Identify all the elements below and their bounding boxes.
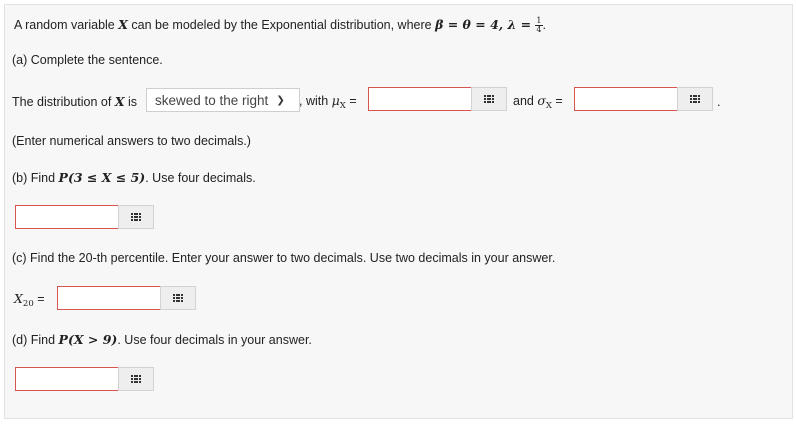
sigma-keypad-button[interactable] — [677, 87, 713, 111]
question-intro: A random variable X can be modeled by th… — [14, 16, 546, 34]
percentile-label: X20 = — [14, 291, 45, 309]
mu-answer-field[interactable] — [368, 87, 472, 111]
keypad-grid-icon — [131, 212, 142, 222]
lambda-fraction: 14 — [535, 16, 543, 34]
chevron-down-icon: ❯ — [276, 94, 285, 106]
part-b-heading: (b) Find P(3 ≤ X ≤ 5). Use four decimals… — [12, 170, 256, 185]
part-c-keypad-button[interactable] — [160, 286, 196, 310]
sigma-answer-field[interactable] — [574, 87, 678, 111]
distribution-shape-dropdown[interactable]: skewed to the right ❯ — [146, 88, 300, 112]
keypad-grid-icon — [484, 94, 495, 104]
part-b-keypad-button[interactable] — [118, 205, 154, 229]
keypad-grid-icon — [173, 293, 184, 303]
mu-input[interactable] — [369, 88, 471, 110]
sentence-period: . — [717, 95, 721, 109]
part-c-input[interactable] — [58, 287, 160, 309]
part-b-input[interactable] — [16, 206, 118, 228]
part-d-heading: (d) Find P(X > 9). Use four decimals in … — [12, 332, 312, 347]
part-a-note: (Enter numerical answers to two decimals… — [12, 134, 251, 148]
keypad-grid-icon — [690, 94, 701, 104]
mu-keypad-button[interactable] — [471, 87, 507, 111]
mu-label: , with μX = — [299, 93, 357, 111]
part-d-answer-field[interactable] — [15, 367, 119, 391]
question-panel: A random variable X can be modeled by th… — [4, 4, 793, 419]
dropdown-selected-value: skewed to the right — [155, 92, 269, 108]
part-a-heading: (a) Complete the sentence. — [12, 53, 163, 67]
part-d-input[interactable] — [16, 368, 118, 390]
part-c-answer-field[interactable] — [57, 286, 161, 310]
part-b-answer-field[interactable] — [15, 205, 119, 229]
keypad-grid-icon — [131, 374, 142, 384]
part-c-heading: (c) Find the 20-th percentile. Enter you… — [12, 251, 556, 265]
var-x: X — [118, 17, 128, 32]
part-a-sentence-start: The distribution of X is — [12, 94, 138, 109]
part-d-keypad-button[interactable] — [118, 367, 154, 391]
param-expression: β = θ = 4, λ = 14 — [435, 16, 543, 34]
sigma-input[interactable] — [575, 88, 677, 110]
sigma-label: and σX = — [513, 93, 563, 111]
